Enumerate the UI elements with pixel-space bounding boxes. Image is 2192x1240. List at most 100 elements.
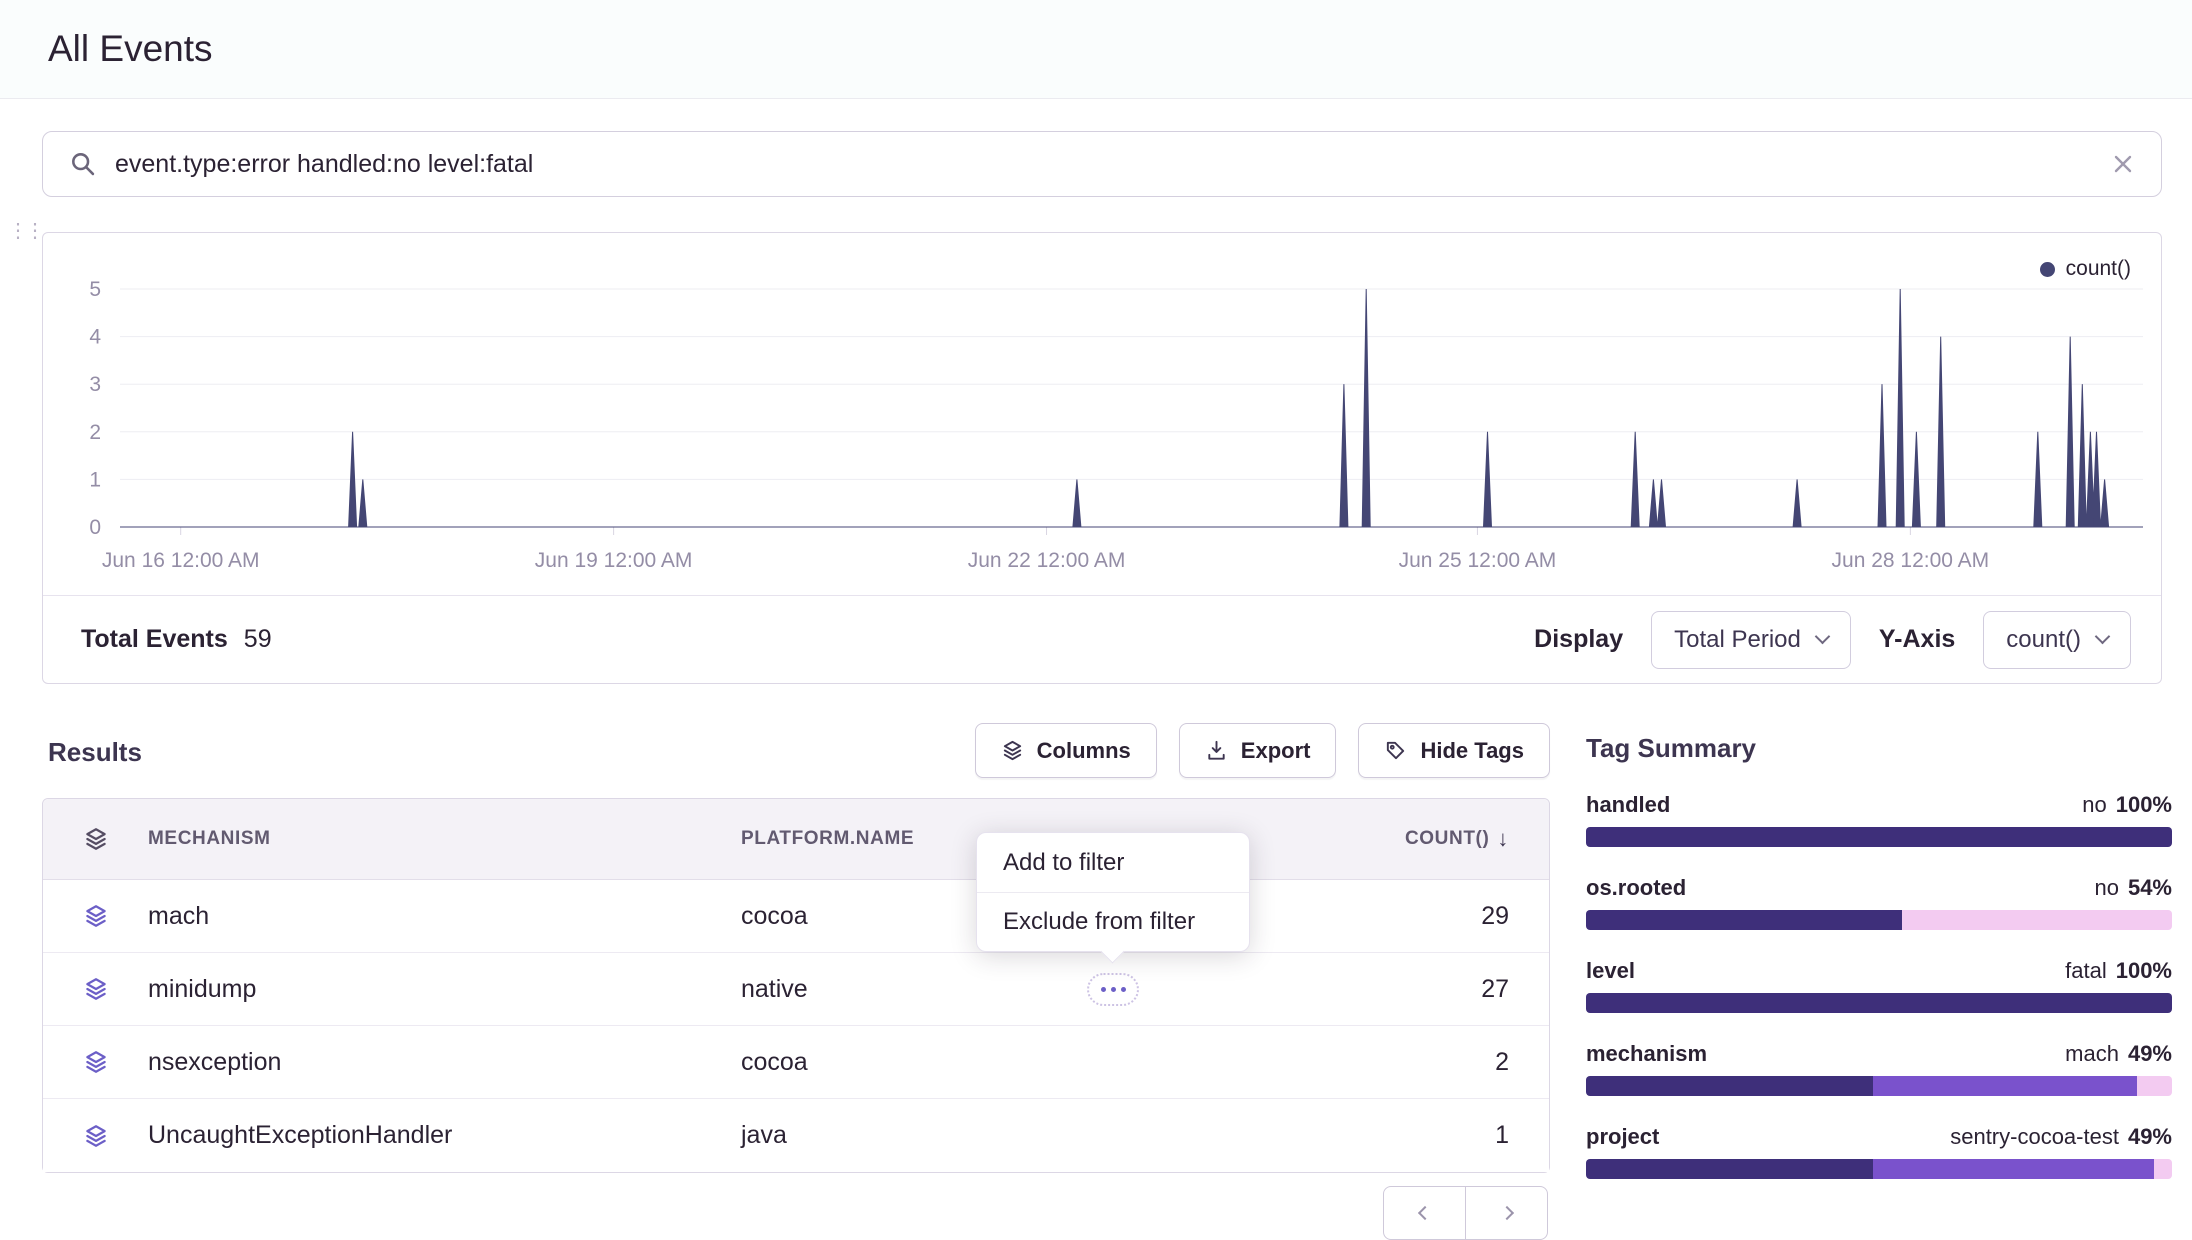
tag-bar-segment	[2154, 1159, 2172, 1179]
count-cell[interactable]: 1	[1495, 1121, 1549, 1150]
tag-name: mechanism	[1586, 1041, 1707, 1067]
legend-dot-icon	[2040, 262, 2055, 277]
svg-text:3: 3	[89, 373, 101, 396]
tag-bar-segment	[1586, 910, 1902, 930]
tag-item: mechanism mach49%	[1586, 1041, 2172, 1096]
mechanism-cell[interactable]: mach	[148, 902, 741, 931]
mechanism-cell[interactable]: minidump	[148, 975, 741, 1004]
ellipsis-icon	[1101, 987, 1106, 992]
svg-text:1: 1	[89, 468, 101, 491]
tag-distribution-bar[interactable]	[1586, 910, 2172, 930]
download-icon	[1205, 739, 1228, 762]
svg-text:4: 4	[89, 326, 101, 349]
results-table-body: machcocoa29minidumpnative27nsexceptionco…	[43, 880, 1549, 1172]
tag-name: level	[1586, 958, 1635, 984]
tag-top-value: mach49%	[2065, 1041, 2172, 1067]
pagination-previous-button[interactable]	[1383, 1186, 1466, 1240]
tag-distribution-bar[interactable]	[1586, 993, 2172, 1013]
chevron-down-icon	[1815, 628, 1831, 644]
tag-top-value: no100%	[2082, 792, 2172, 818]
layers-icon	[43, 1123, 148, 1149]
count-cell[interactable]: 27	[1481, 975, 1549, 1004]
tag-name: os.rooted	[1586, 875, 1686, 901]
tag-bar-segment	[1586, 1076, 1873, 1096]
tag-top-value: sentry-cocoa-test49%	[1950, 1124, 2172, 1150]
tag-bar-segment	[1586, 1159, 1873, 1179]
hide-tags-button[interactable]: Hide Tags	[1358, 723, 1550, 778]
tag-item: handled no100%	[1586, 792, 2172, 847]
column-header-mechanism[interactable]: MECHANISM	[148, 828, 741, 850]
search-input[interactable]	[115, 150, 2093, 179]
table-row[interactable]: UncaughtExceptionHandlerjava 1	[43, 1099, 1549, 1172]
events-chart-panel: count() 012345Jun 16 12:00 AMJun 19 12:0…	[42, 232, 2162, 684]
layers-icon	[43, 1049, 148, 1075]
columns-button-label: Columns	[1037, 738, 1131, 764]
column-header-count[interactable]: COUNT() ↓	[1405, 826, 1549, 852]
svg-text:Jun 16 12:00 AM: Jun 16 12:00 AM	[102, 549, 260, 572]
svg-text:Jun 19 12:00 AM: Jun 19 12:00 AM	[535, 549, 693, 572]
platform-cell[interactable]: native	[741, 975, 1329, 1004]
page-header: All Events	[0, 0, 2192, 99]
tag-bar-segment	[1902, 910, 2172, 930]
tag-distribution-bar[interactable]	[1586, 1159, 2172, 1179]
cell-context-menu: Add to filter Exclude from filter	[976, 832, 1250, 952]
close-icon[interactable]	[2111, 152, 2135, 176]
export-button[interactable]: Export	[1179, 723, 1337, 778]
menu-item-exclude-from-filter[interactable]: Exclude from filter	[977, 892, 1249, 951]
count-cell[interactable]: 2	[1495, 1048, 1549, 1077]
search-bar[interactable]	[42, 131, 2162, 197]
platform-cell[interactable]: cocoa	[741, 1048, 1329, 1077]
mechanism-cell[interactable]: UncaughtExceptionHandler	[148, 1121, 741, 1150]
row-actions-button[interactable]	[1087, 973, 1139, 1006]
total-events-label: Total Events	[81, 625, 228, 654]
svg-text:Jun 22 12:00 AM: Jun 22 12:00 AM	[968, 549, 1126, 572]
tag-bar-segment	[1586, 993, 2172, 1013]
tag-summary: Tag Summary handled no100% os.rooted no54% l…	[1586, 733, 2172, 1207]
yaxis-label: Y-Axis	[1879, 625, 1955, 654]
svg-text:5: 5	[89, 278, 101, 301]
tag-name: handled	[1586, 792, 1670, 818]
svg-text:0: 0	[89, 516, 101, 539]
table-row[interactable]: nsexceptioncocoa 2	[43, 1026, 1549, 1099]
display-select-value: Total Period	[1674, 626, 1801, 654]
events-chart[interactable]: 012345Jun 16 12:00 AMJun 19 12:00 AMJun …	[43, 233, 2161, 597]
legend-label: count()	[2066, 257, 2131, 281]
drag-handle-icon: ⋮⋮	[8, 218, 42, 243]
platform-cell[interactable]: java	[741, 1121, 1329, 1150]
pagination	[1383, 1186, 1548, 1240]
tag-item: project sentry-cocoa-test49%	[1586, 1124, 2172, 1179]
pagination-next-button[interactable]	[1465, 1186, 1548, 1240]
search-icon	[69, 150, 97, 178]
display-select[interactable]: Total Period	[1651, 611, 1851, 669]
table-header-row: MECHANISM PLATFORM.NAME COUNT() ↓	[43, 799, 1549, 880]
tag-item: os.rooted no54%	[1586, 875, 2172, 930]
tag-top-value: fatal100%	[2065, 958, 2172, 984]
page-title: All Events	[48, 28, 213, 70]
tag-name: project	[1586, 1124, 1659, 1150]
tag-top-value: no54%	[2094, 875, 2172, 901]
chevron-left-icon	[1417, 1206, 1431, 1220]
layers-icon	[1001, 739, 1024, 762]
export-button-label: Export	[1241, 738, 1311, 764]
total-events: Total Events 59	[81, 625, 272, 654]
results-table: MECHANISM PLATFORM.NAME COUNT() ↓ machco…	[42, 798, 1550, 1173]
total-events-value: 59	[244, 625, 272, 654]
menu-item-add-to-filter[interactable]: Add to filter	[977, 833, 1249, 892]
tag-list: handled no100% os.rooted no54% level fatal100…	[1586, 792, 2172, 1179]
table-row[interactable]: machcocoa29	[43, 880, 1549, 953]
tag-summary-heading: Tag Summary	[1586, 733, 2172, 764]
svg-text:Jun 28 12:00 AM: Jun 28 12:00 AM	[1832, 549, 1990, 572]
count-cell[interactable]: 29	[1481, 902, 1549, 931]
mechanism-cell[interactable]: nsexception	[148, 1048, 741, 1077]
results-toolbar: Columns Export Hide Tags	[42, 723, 1550, 778]
layers-icon	[43, 826, 148, 852]
yaxis-select[interactable]: count()	[1983, 611, 2131, 669]
columns-button[interactable]: Columns	[975, 723, 1157, 778]
svg-text:Jun 25 12:00 AM: Jun 25 12:00 AM	[1399, 549, 1557, 572]
tag-distribution-bar[interactable]	[1586, 1076, 2172, 1096]
layers-icon	[43, 903, 148, 929]
display-label: Display	[1534, 625, 1623, 654]
tag-distribution-bar[interactable]	[1586, 827, 2172, 847]
table-row[interactable]: minidumpnative 27	[43, 953, 1549, 1026]
layers-icon	[43, 976, 148, 1002]
